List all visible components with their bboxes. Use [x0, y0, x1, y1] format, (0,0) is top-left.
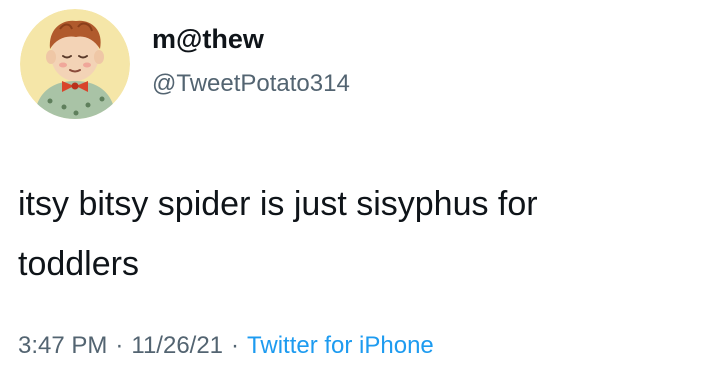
display-name[interactable]: m@thew	[152, 26, 264, 53]
cartoon-child-avatar-icon	[20, 9, 130, 119]
username-handle[interactable]: @TweetPotato314	[152, 72, 350, 96]
tweet-text-line: toddlers	[18, 245, 139, 283]
tweet-time[interactable]: 3:47 PM	[18, 332, 107, 359]
tweet-text: itsy bitsy spider is just sisyphus for t…	[18, 174, 708, 294]
tweet-metadata: 3:47 PM · 11/26/21 · Twitter for iPhone	[18, 334, 434, 358]
tweet-text-line: itsy bitsy spider is just sisyphus for	[18, 185, 538, 223]
separator-dot: ·	[231, 332, 240, 359]
tweet-card: m@thew @TweetPotato314 itsy bitsy spider…	[0, 0, 713, 375]
avatar[interactable]	[20, 9, 130, 119]
tweet-date[interactable]: 11/26/21	[131, 332, 223, 359]
separator-dot: ·	[115, 332, 124, 359]
tweet-source-link[interactable]: Twitter for iPhone	[247, 332, 434, 359]
